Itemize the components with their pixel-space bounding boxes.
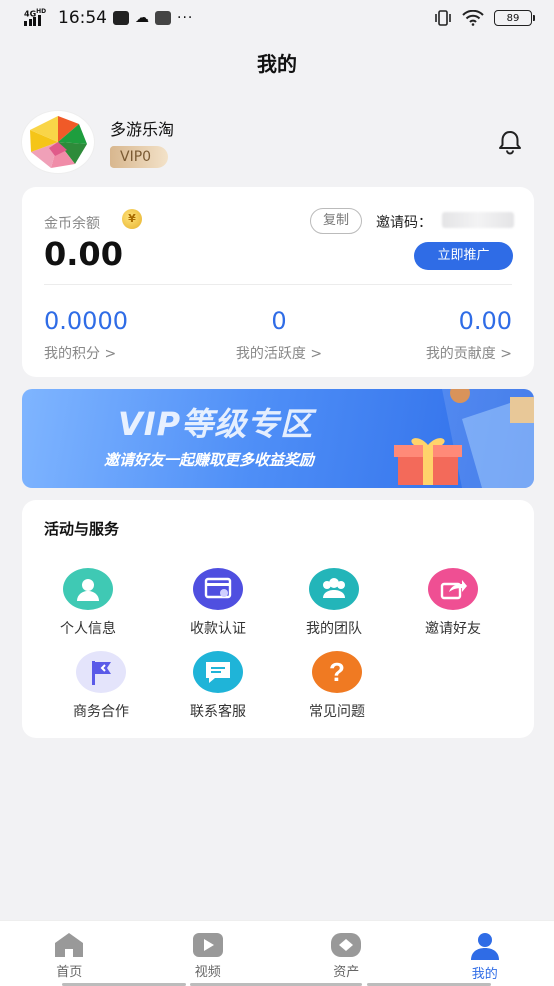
vip-banner[interactable]: VIP等级专区 邀请好友一起赚取更多收益奖励 [22,389,534,488]
activity-value: 0 [271,307,287,335]
cloud-icon: ☁ [135,10,149,26]
status-bar: 4GHD 16:54 ☁ ··· 89 [0,0,554,36]
gift-box-icon [394,438,462,485]
flag-icon [76,651,126,693]
points-value: 0.0000 [44,307,128,335]
user-name: 多游乐淘 [110,120,175,139]
avatar[interactable] [22,111,94,173]
nav-home[interactable]: 首页 [0,921,139,986]
promote-button[interactable]: 立即推广 [414,242,513,270]
service-payment-verification[interactable]: 收款认证 [163,568,273,638]
nav-video[interactable]: 视频 [139,921,278,986]
contribution-value: 0.00 [458,307,512,335]
share-icon [428,568,478,610]
play-icon [192,933,223,957]
app-notification-icon [155,11,171,25]
copy-button[interactable]: 复制 [310,208,362,234]
banner-title: VIP等级专区 [118,405,314,443]
play-notification-icon [113,11,129,25]
service-invite-friends[interactable]: 邀请好友 [398,568,508,638]
invite-code-value-blurred [442,212,514,228]
coin-icon: ¥ [122,209,142,229]
wallet-card: 金币余额 ¥ 0.00 复制 邀请码： 立即推广 0.0000 我的积分 > 0… [22,187,534,377]
team-icon [309,568,359,610]
bell-icon[interactable] [496,128,524,156]
service-my-team[interactable]: 我的团队 [279,568,389,638]
person-icon [470,933,499,960]
service-personal-info[interactable]: 个人信息 [33,568,143,638]
vip-badge: VIP0 [110,146,168,168]
page-title: 我的 [257,52,297,76]
chat-icon [193,651,243,693]
signal-icon: 4GHD [24,8,50,26]
service-faq[interactable]: ? 常见问题 [282,651,392,721]
more-notifications-icon: ··· [177,10,194,26]
profile-header: 多游乐淘 VIP0 [22,110,532,174]
points-label: 我的积分 > [44,346,117,362]
battery-icon: 89 [494,10,535,26]
question-icon: ? [312,651,362,693]
services-card: 活动与服务 个人信息 收款认证 我的团队 邀请好友 商务合作 联系客服 ? 常见… [22,500,534,738]
app-logo-icon [30,116,87,168]
coin-balance-label: 金币余额 [44,216,100,232]
clock: 16:54 [58,8,107,28]
user-icon [63,568,113,610]
divider [44,284,512,285]
contribution-label: 我的贡献度 > [425,346,512,362]
contribution-stat[interactable]: 0.00 我的贡献度 > [426,307,512,363]
invite-code-label: 邀请码： [376,215,432,231]
services-title: 活动与服务 [44,520,120,538]
service-contact-support[interactable]: 联系客服 [163,651,273,721]
activity-label: 我的活跃度 > [235,346,323,362]
banner-subtitle: 邀请好友一起赚取更多收益奖励 [104,451,315,469]
nav-mine[interactable]: 我的 [416,921,554,986]
wifi-icon [462,10,484,26]
service-business-cooperation[interactable]: 商务合作 [46,651,156,721]
vibrate-icon [435,10,451,26]
bottom-nav: 首页 视频 资产 我的 [0,920,554,986]
nav-assets[interactable]: 资产 [277,921,416,986]
diamond-icon [331,933,362,957]
card-link-icon [193,568,243,610]
points-stat[interactable]: 0.0000 我的积分 > [44,307,128,363]
coin-balance-value: 0.00 [44,235,123,273]
activity-stat[interactable]: 0 我的活跃度 > [222,307,336,363]
home-icon [55,933,84,957]
